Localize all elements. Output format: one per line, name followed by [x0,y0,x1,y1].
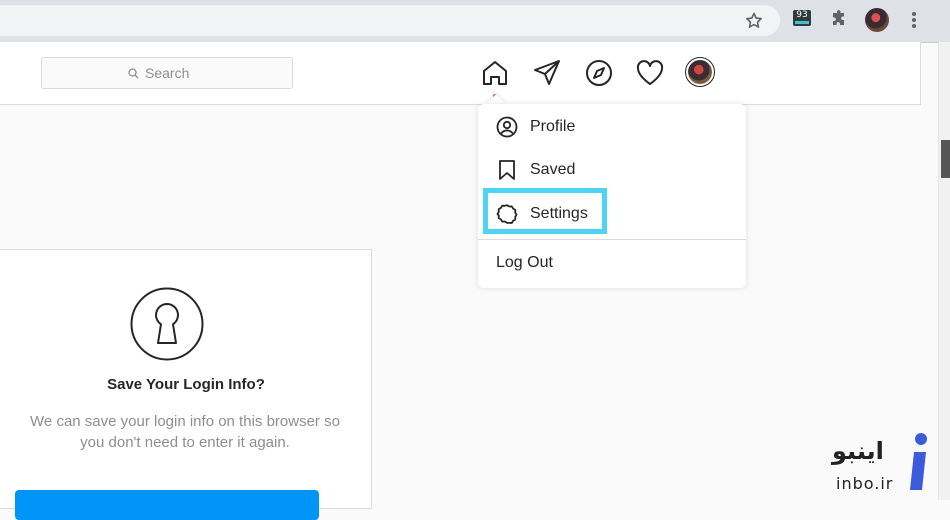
search-placeholder: Search [145,65,190,81]
address-bar[interactable] [0,5,780,36]
bookmark-icon [499,160,515,180]
puzzle-icon[interactable] [829,9,849,29]
extension-icon-bar [795,21,809,24]
menu-item-saved[interactable]: Saved [496,155,575,185]
profile-avatar[interactable] [865,8,889,32]
card-title: Save Your Login Info? [107,376,265,393]
search-placeholder-group: Search [128,65,189,81]
menu-item-label: Saved [530,161,576,178]
activity-heart-icon[interactable] [635,58,665,88]
save-login-card: Save Your Login Info? We can save your l… [0,249,372,520]
menu-item-label: Log Out [496,254,553,271]
menu-divider [478,239,746,240]
direct-messages-icon[interactable] [532,58,562,88]
avatar [688,60,712,84]
browser-toolbar: 93 [0,0,950,43]
profile-circle-icon [496,116,518,138]
menu-item-profile[interactable]: Profile [496,112,575,142]
extension-icon[interactable]: 93 [793,10,811,26]
extension-badge: 93 [796,10,808,20]
scrollbar-thumb[interactable] [941,140,950,178]
profile-avatar-button[interactable] [685,57,715,87]
menu-item-logout[interactable]: Log Out [496,248,553,278]
menu-item-label: Profile [530,118,576,135]
watermark-latin-text: inbo.ir [836,474,894,493]
star-icon[interactable] [744,11,764,31]
settings-highlight-box [483,188,607,234]
explore-compass-icon[interactable] [584,58,614,88]
kebab-menu-icon[interactable] [906,10,922,30]
inbo-logo-icon [910,433,927,490]
keyhole-icon [130,287,204,361]
watermark-persian-text: اینبو [832,437,884,465]
app-header: Search [0,42,921,105]
search-icon [128,67,139,78]
page-scrollbar[interactable] [938,42,950,500]
home-icon[interactable] [480,58,510,88]
save-info-button[interactable] [15,490,319,520]
search-input[interactable]: Search [41,57,293,89]
card-description: We can save your login info on this brow… [30,413,340,451]
